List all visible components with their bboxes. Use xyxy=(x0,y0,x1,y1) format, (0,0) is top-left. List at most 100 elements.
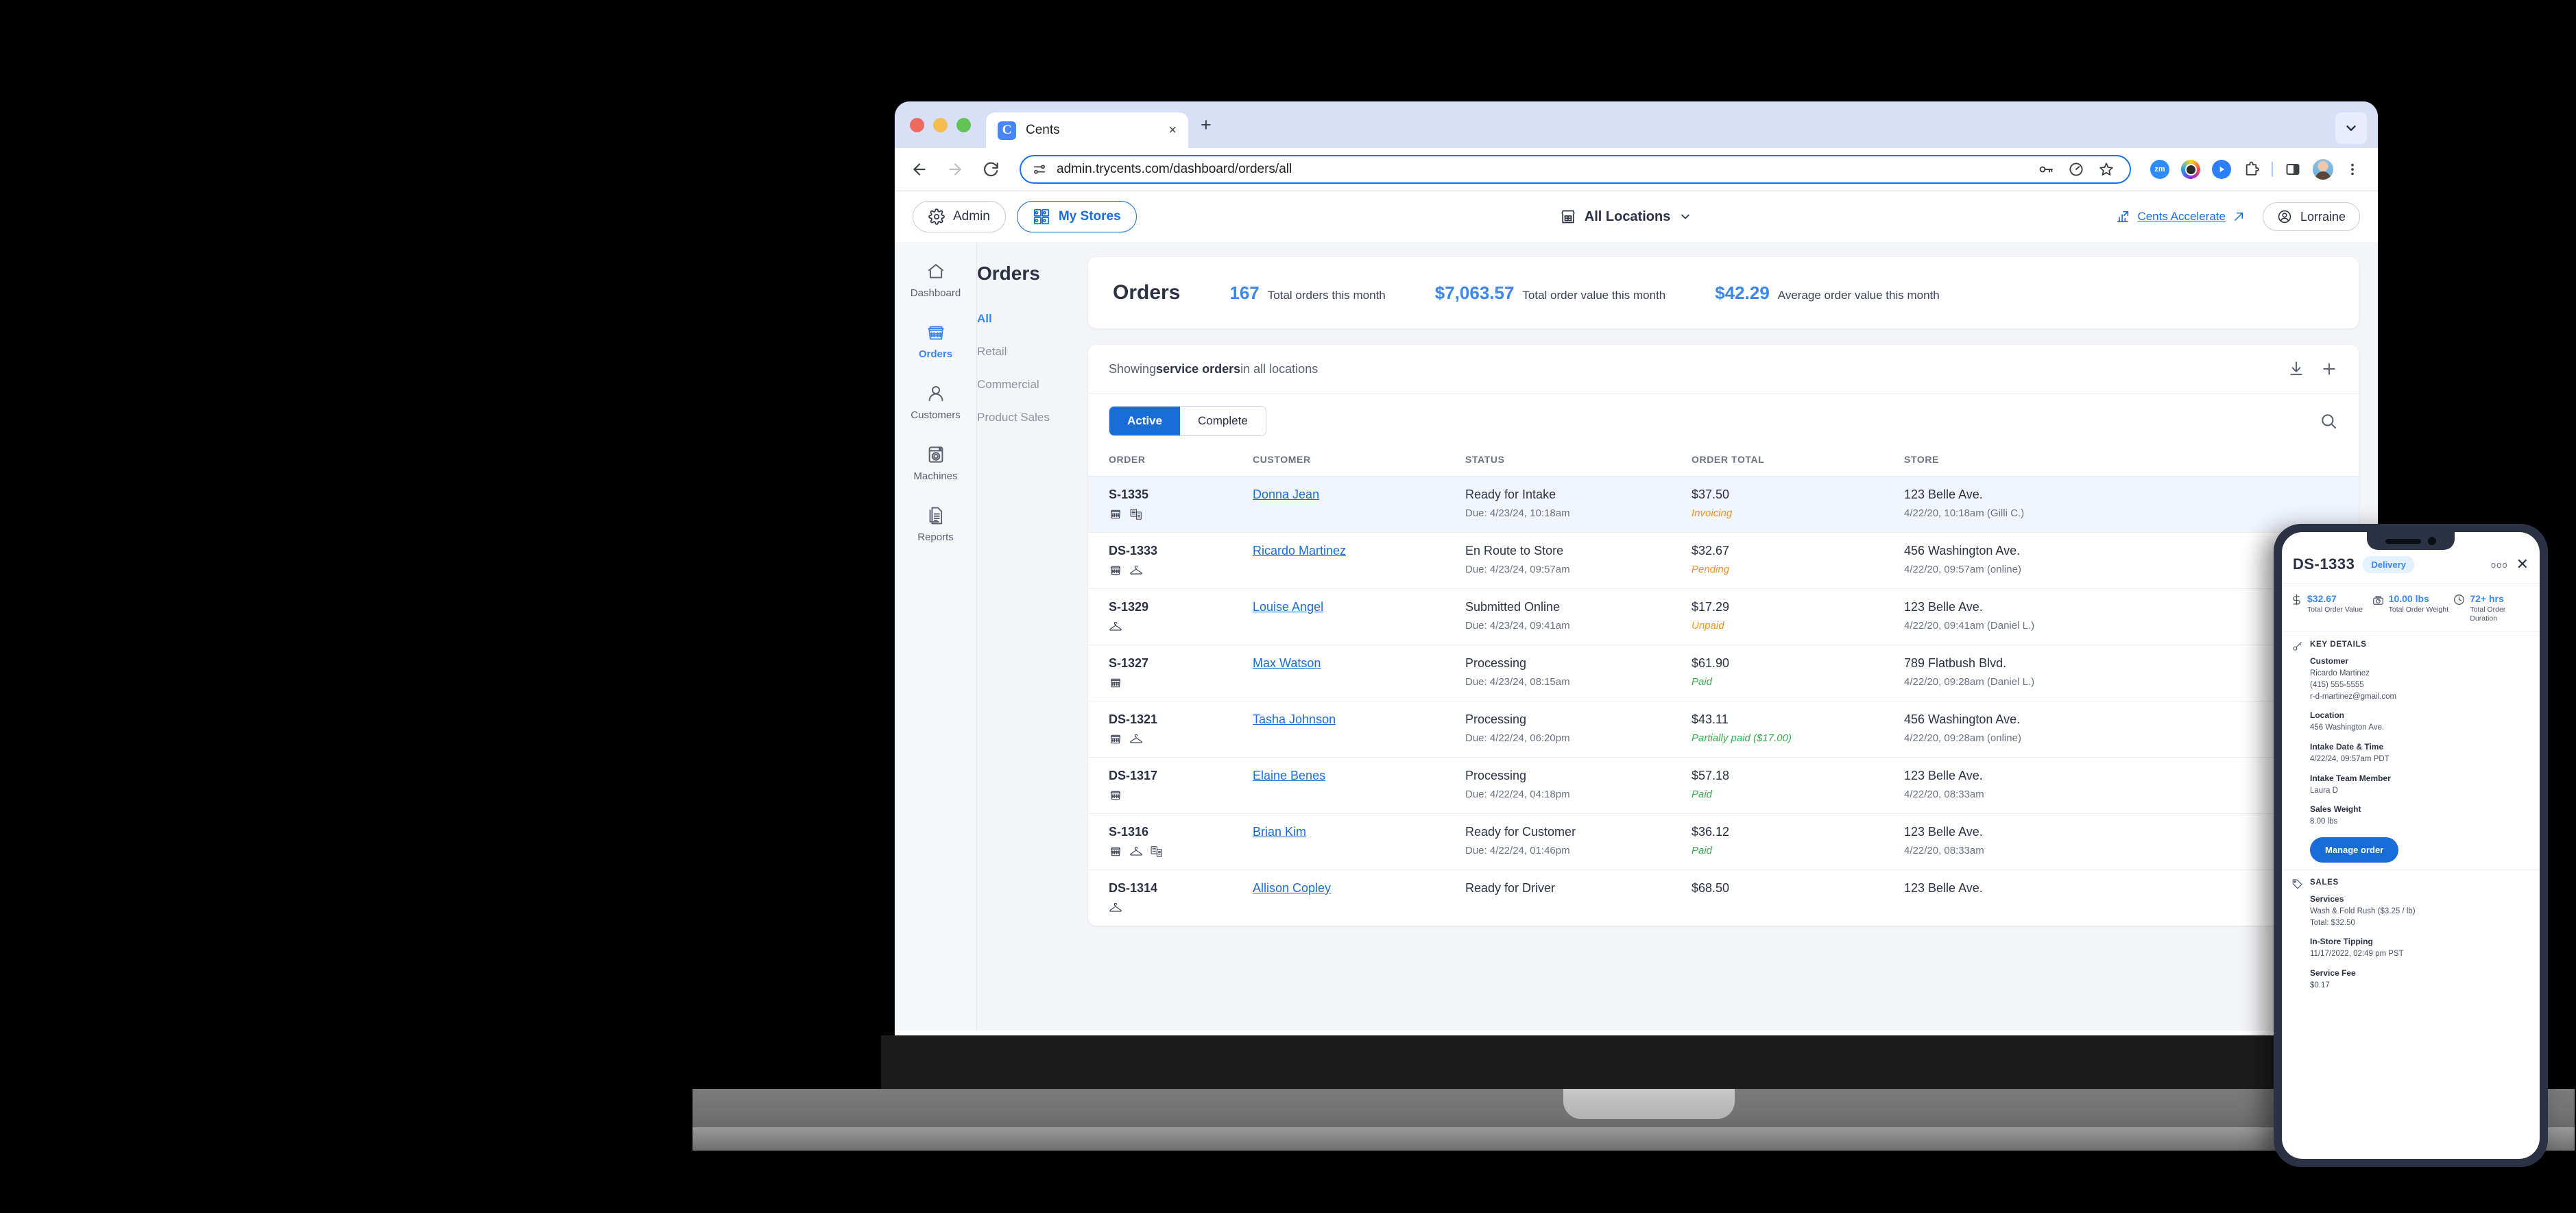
password-key-icon[interactable] xyxy=(2038,161,2054,178)
cell-order: S-1327 xyxy=(1088,645,1253,701)
sidebar-item-reports[interactable]: Reports xyxy=(895,505,976,543)
detail-value-line: Laura D xyxy=(2310,786,2338,795)
dollar-icon xyxy=(2290,593,2303,623)
admin-button[interactable]: Admin xyxy=(913,201,1006,232)
order-id: S-1329 xyxy=(1109,600,1149,614)
detail-value-line: 11/17/2022, 02:49 pm PST xyxy=(2310,950,2404,959)
table-row[interactable]: DS-1314 Allison Copley Ready for Driver … xyxy=(1088,869,2359,926)
order-service-icons xyxy=(1109,507,1253,521)
camera-extension-icon[interactable] xyxy=(2181,160,2200,179)
extensions-puzzle-icon[interactable] xyxy=(2243,161,2260,178)
order-service-icons xyxy=(1109,620,1253,634)
detail-field: Service Fee $0.17 xyxy=(2310,968,2530,992)
stat-average-value-value: $42.29 xyxy=(1715,282,1770,303)
sidebar-item-orders[interactable]: Orders xyxy=(895,322,976,360)
table-row[interactable]: S-1316 Brian Kim Ready for Customer Due:… xyxy=(1088,813,2359,870)
close-tab-icon[interactable]: × xyxy=(1168,123,1177,139)
detail-field: Intake Team Member Laura D xyxy=(2310,773,2530,797)
my-stores-button[interactable]: My Stores xyxy=(1016,201,1137,232)
tab-active[interactable]: Active xyxy=(1109,407,1181,435)
sidebar-item-dashboard[interactable]: Dashboard xyxy=(895,261,976,299)
manage-order-button[interactable]: Manage order xyxy=(2310,837,2399,863)
laptop-screen: C Cents × + admin.trycents.com/dashboard… xyxy=(895,101,2378,1035)
customer-link[interactable]: Ricardo Martinez xyxy=(1253,544,1346,557)
location-selector[interactable]: All Locations xyxy=(1560,208,1693,225)
cents-app: Admin My Stores All Locations Cents Acce… xyxy=(895,191,2378,1031)
orders-table-head: ORDER CUSTOMER STATUS ORDER TOTAL STORE xyxy=(1088,444,2359,477)
tab-list-chevron-down-icon[interactable] xyxy=(2335,112,2367,144)
basket-icon xyxy=(1109,676,1122,690)
bookmark-star-icon[interactable] xyxy=(2098,161,2115,178)
address-bar[interactable]: admin.trycents.com/dashboard/orders/all xyxy=(1020,155,2131,184)
side-panel-icon[interactable] xyxy=(2285,161,2301,178)
laptop-base-notch xyxy=(1563,1089,1735,1119)
site-settings-icon[interactable] xyxy=(1032,162,1047,177)
cell-order: S-1335 xyxy=(1088,477,1253,533)
detail-field: Intake Date & Time 4/22/24, 09:57am PDT xyxy=(2310,742,2530,765)
browser-profile-avatar[interactable] xyxy=(2313,159,2333,180)
payment-status: Paid xyxy=(1692,845,1713,856)
close-icon[interactable]: ✕ xyxy=(2516,557,2529,572)
metric-value: $32.67 xyxy=(2307,593,2337,604)
status-text: Ready for Driver xyxy=(1465,881,1556,895)
new-tab-icon[interactable]: + xyxy=(1201,115,1212,148)
browser-menu-kebab-icon[interactable] xyxy=(2345,162,2360,177)
forward-icon[interactable] xyxy=(944,158,966,180)
orders-table-body: S-1335 Donna Jean Ready for Intake Due: … xyxy=(1088,476,2359,926)
order-total: $68.50 xyxy=(1692,881,1730,895)
stat-average-value: $42.29 Average order value this month xyxy=(1715,283,1939,304)
customer-link[interactable]: Max Watson xyxy=(1253,656,1321,670)
person-icon xyxy=(926,383,946,404)
customer-link[interactable]: Elaine Benes xyxy=(1253,769,1325,782)
detail-value: 8.00 lbs xyxy=(2310,816,2530,828)
table-row[interactable]: S-1329 Louise Angel Submitted Online Due… xyxy=(1088,588,2359,645)
sidebar-item-machines[interactable]: Machines xyxy=(895,444,976,482)
documents-icon xyxy=(926,505,946,526)
subnav-item-product-sales[interactable]: Product Sales xyxy=(977,411,1073,424)
cell-status: Ready for Customer Due: 4/22/24, 01:46pm xyxy=(1465,814,1692,870)
cell-customer: Ricardo Martinez xyxy=(1253,533,1465,589)
subnav-item-commercial[interactable]: Commercial xyxy=(977,378,1073,392)
table-row[interactable]: S-1327 Max Watson Processing Due: 4/23/2… xyxy=(1088,645,2359,701)
close-window-button[interactable] xyxy=(910,118,924,132)
order-detail-id: DS-1333 xyxy=(2293,555,2355,573)
page-title: Orders xyxy=(977,263,1040,284)
customer-link[interactable]: Louise Angel xyxy=(1253,600,1323,614)
minimize-window-button[interactable] xyxy=(933,118,948,132)
sidebar-label-reports: Reports xyxy=(917,531,954,543)
customer-link[interactable]: Brian Kim xyxy=(1253,825,1306,839)
play-extension-icon[interactable] xyxy=(2212,160,2231,179)
reload-icon[interactable] xyxy=(980,158,1002,180)
customer-link[interactable]: Allison Copley xyxy=(1253,881,1331,895)
browser-tab[interactable]: C Cents × xyxy=(986,112,1188,148)
back-icon[interactable] xyxy=(908,158,930,180)
tab-complete[interactable]: Complete xyxy=(1180,407,1266,435)
plus-icon[interactable] xyxy=(2320,360,2338,378)
customer-link[interactable]: Donna Jean xyxy=(1253,488,1319,501)
cell-status: En Route to Store Due: 4/23/24, 09:57am xyxy=(1465,533,1692,589)
user-menu-button[interactable]: Lorraine xyxy=(2262,202,2360,231)
subnav-item-all[interactable]: All xyxy=(977,312,1073,326)
sales-section: SALES Services Wash & Fold Rush ($3.25 /… xyxy=(2282,869,2540,1007)
cents-accelerate-link[interactable]: Cents Accelerate xyxy=(2115,209,2245,224)
table-row[interactable]: DS-1321 Tasha Johnson Processing Due: 4/… xyxy=(1088,701,2359,758)
more-options-icon[interactable]: ooo xyxy=(2491,560,2508,570)
table-row[interactable]: DS-1317 Elaine Benes Processing Due: 4/2… xyxy=(1088,757,2359,814)
detail-key: Intake Team Member xyxy=(2310,773,2391,783)
sidebar-item-customers[interactable]: Customers xyxy=(895,383,976,421)
bar-chart-icon xyxy=(2115,209,2130,224)
filter-bar: Active Complete xyxy=(1088,394,2359,444)
maximize-window-button[interactable] xyxy=(956,118,971,132)
zoom-extension-icon[interactable]: zm xyxy=(2150,160,2169,179)
table-row[interactable]: S-1335 Donna Jean Ready for Intake Due: … xyxy=(1088,476,2359,533)
scene: C Cents × + admin.trycents.com/dashboard… xyxy=(0,0,2576,1213)
table-row[interactable]: DS-1333 Ricardo Martinez En Route to Sto… xyxy=(1088,532,2359,589)
customer-link[interactable]: Tasha Johnson xyxy=(1253,712,1336,726)
metric-total-order-value-text: $32.67 Total Order Value xyxy=(2307,593,2363,623)
metric-total-order-duration-text: 72+ hrs Total Order Duration xyxy=(2470,593,2531,623)
subnav-item-retail[interactable]: Retail xyxy=(977,345,1073,359)
download-icon[interactable] xyxy=(2287,360,2305,378)
search-icon[interactable] xyxy=(2319,411,2338,431)
cell-customer: Tasha Johnson xyxy=(1253,701,1465,758)
performance-gauge-icon[interactable] xyxy=(2068,161,2084,178)
